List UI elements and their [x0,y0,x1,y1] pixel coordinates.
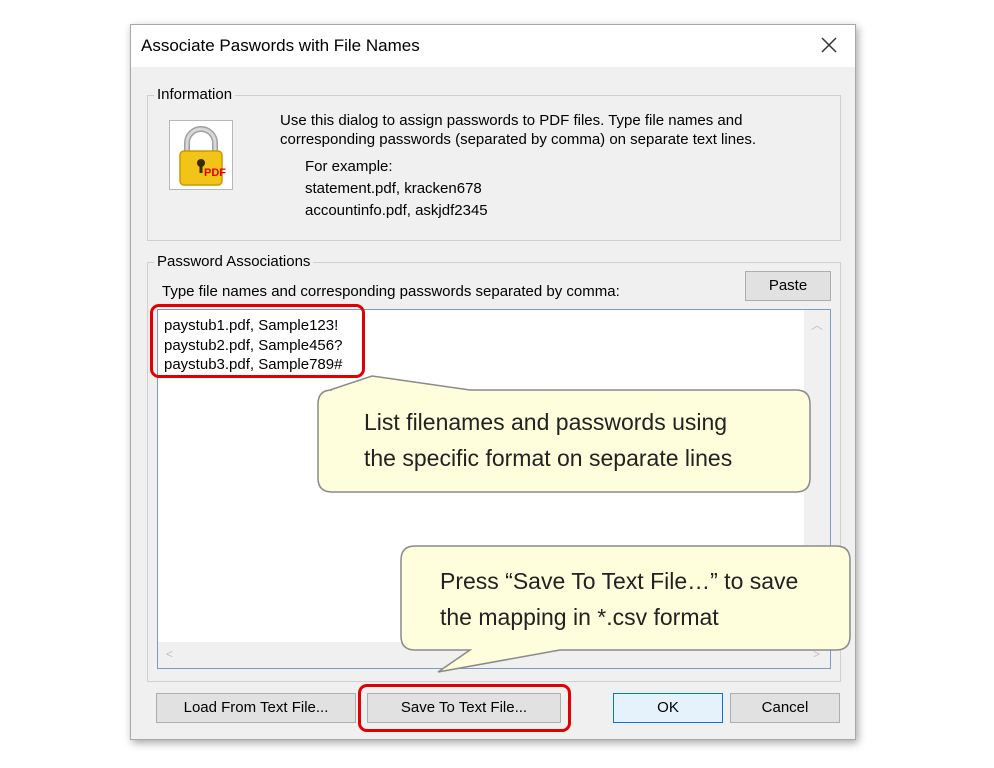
save-callout-line-1: Press “Save To Text File…” to save [440,568,799,594]
save-callout-line-2: the mapping in *.csv format [440,604,719,630]
list-callout-line-1: List filenames and passwords using [364,409,728,435]
list-callout-line-2: the specific format on separate lines [364,445,733,471]
callout-shapes [317,375,851,673]
